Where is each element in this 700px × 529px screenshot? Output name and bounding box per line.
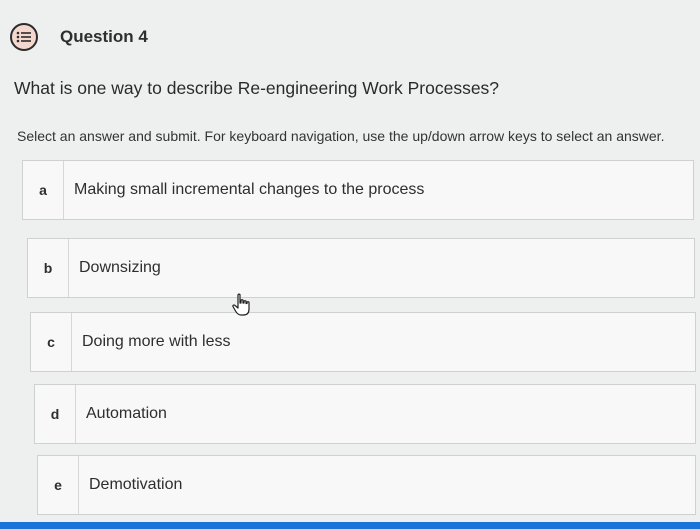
option-text: Automation: [86, 405, 167, 422]
question-text: What is one way to describe Re-engineeri…: [14, 78, 500, 98]
answer-option-e[interactable]: e Demotivation: [37, 455, 696, 515]
option-text: Doing more with less: [82, 333, 231, 350]
answer-option-d[interactable]: d Automation: [34, 384, 696, 444]
question-title: Question 4: [60, 27, 148, 46]
option-letter: a: [23, 161, 64, 219]
question-list-icon: [10, 23, 38, 51]
option-letter: c: [31, 313, 72, 371]
answer-option-a[interactable]: a Making small incremental changes to th…: [22, 160, 694, 220]
option-letter: b: [28, 239, 69, 297]
hand-pointer-icon: [232, 293, 250, 316]
answer-option-c[interactable]: c Doing more with less: [30, 312, 696, 372]
option-text: Demotivation: [89, 476, 183, 493]
question-header: Question 4: [10, 21, 148, 53]
option-letter: e: [38, 456, 79, 514]
bottom-accent-bar: [0, 522, 700, 529]
option-letter: d: [35, 385, 76, 443]
option-text: Making small incremental changes to the …: [74, 181, 425, 198]
instructions-text: Select an answer and submit. For keyboar…: [17, 128, 665, 144]
answer-option-b[interactable]: b Downsizing: [27, 238, 695, 298]
option-text: Downsizing: [79, 259, 161, 276]
